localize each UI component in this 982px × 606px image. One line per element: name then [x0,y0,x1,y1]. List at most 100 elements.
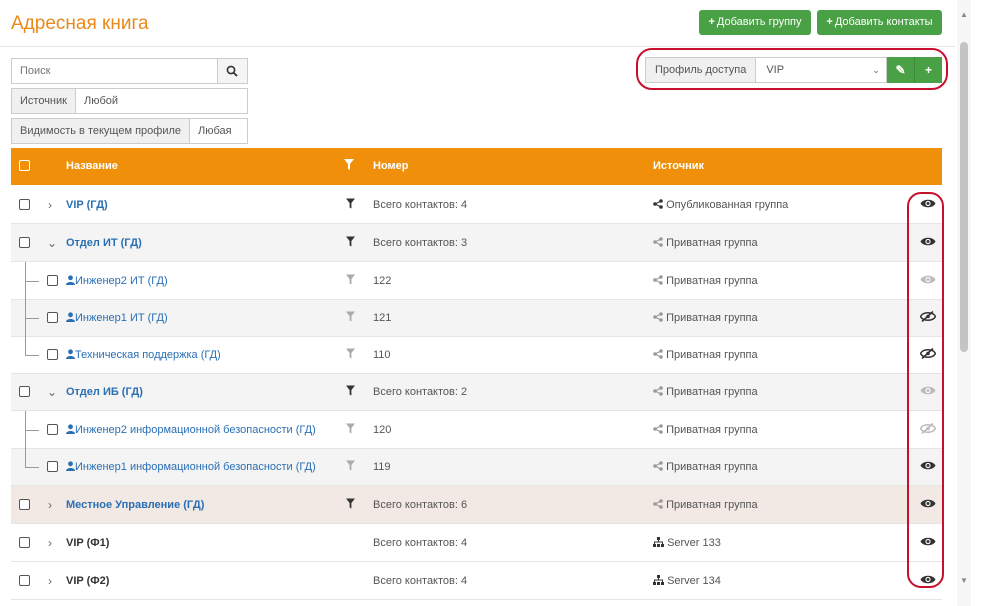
row-name[interactable]: Инженер2 ИТ (ГД) [66,275,168,287]
select-all-checkbox[interactable] [19,160,30,171]
row-checkbox[interactable] [47,349,58,360]
filter-icon[interactable] [346,274,355,287]
row-name[interactable]: Техническая поддержка (ГД) [66,349,221,361]
row-number: 110 [373,349,391,361]
tree-connector [25,262,26,355]
server-tree-icon [653,574,664,585]
filter-icon[interactable] [346,236,355,249]
row-number: Всего контактов: 2 [373,386,468,398]
visibility-filter-value[interactable]: Любая [190,119,240,143]
chevron-right-icon[interactable]: › [48,574,52,588]
row-source: Server 133 [653,536,721,549]
row-source: Server 134 [653,574,721,587]
chevron-right-icon[interactable]: › [48,198,52,212]
row-number: 119 [373,461,391,473]
row-number: Всего контактов: 4 [373,198,468,211]
chevron-right-icon[interactable]: › [48,498,52,512]
row-number: 122 [373,274,392,287]
visibility-filter-label: Видимость в текущем профиле [12,119,191,143]
page-title: Адресная книга [11,13,149,34]
highlight-oval-visibility [907,192,944,588]
search-input[interactable] [12,59,228,83]
row-checkbox[interactable] [19,536,30,548]
highlight-oval-profile [636,48,948,90]
filter-icon[interactable] [346,348,355,362]
row-checkbox[interactable] [47,312,58,323]
table-row[interactable]: Инженер1 информационной безопасности (ГД… [11,449,942,486]
table-row[interactable]: Инженер1 ИТ (ГД) 121 Приватная группа [11,300,942,337]
table-row[interactable]: Техническая поддержка (ГД) 110 Приватная… [11,337,942,374]
filter-icon[interactable] [346,498,355,511]
row-checkbox[interactable] [19,386,30,397]
row-checkbox[interactable] [47,274,58,286]
filter-icon[interactable] [346,423,355,436]
header-bar: Адресная книга + Добавить группу + Добавит… [0,0,955,47]
share-icon [653,423,663,434]
row-name[interactable]: Инженер2 информационной безопасности (ГД… [66,424,316,436]
chevron-right-icon[interactable]: › [48,536,52,550]
row-name[interactable]: VIP (Ф1) [66,537,109,549]
row-name[interactable]: Инженер1 ИТ (ГД) [66,312,168,324]
row-name[interactable]: Отдел ИТ (ГД) [66,237,142,249]
table-row[interactable]: › VIP (ГД) Всего контактов: 4 Опубликова… [11,186,942,224]
share-icon [653,498,663,509]
table-row[interactable]: › VIP (Ф2) Всего контактов: 4 Server 134 [11,562,942,600]
share-icon [653,312,663,322]
source-filter-value[interactable]: Любой [76,89,126,113]
column-number[interactable]: Номер [373,160,409,172]
add-group-button[interactable]: + Добавить группу [699,10,811,35]
row-checkbox[interactable] [19,198,30,210]
row-name[interactable]: Инженер1 информационной безопасности (ГД… [66,461,316,473]
row-number: Всего контактов: 6 [373,498,468,511]
source-filter[interactable]: Источник Любой [11,88,248,114]
source-filter-label: Источник [12,89,76,113]
share-icon [653,236,663,247]
chevron-down-icon[interactable]: ⌄ [47,236,57,250]
table-row[interactable]: Инженер2 информационной безопасности (ГД… [11,411,942,449]
row-checkbox[interactable] [19,498,30,510]
scroll-up-icon[interactable]: ▲ [960,10,968,19]
row-checkbox[interactable] [19,236,30,248]
user-icon [66,423,75,434]
tree-connector [25,355,39,356]
table-row[interactable]: ⌄ Отдел ИБ (ГД) Всего контактов: 2 Прива… [11,374,942,411]
row-name[interactable]: VIP (Ф2) [66,575,109,587]
user-icon [66,274,75,285]
column-name[interactable]: Название [66,160,118,172]
row-name[interactable]: Местное Управление (ГД) [66,499,204,511]
filter-icon[interactable] [346,311,355,325]
row-checkbox[interactable] [47,461,58,472]
chevron-down-icon[interactable]: ⌄ [47,385,57,399]
row-name[interactable]: Отдел ИБ (ГД) [66,386,143,398]
row-source: Приватная группа [653,349,758,361]
scroll-down-icon[interactable]: ▼ [960,576,968,585]
table-row[interactable]: › Местное Управление (ГД) Всего контакто… [11,486,942,524]
search-button[interactable] [217,59,247,83]
row-checkbox[interactable] [47,423,58,435]
scrollbar[interactable]: ▲ ▼ [957,0,971,606]
row-source: Приватная группа [653,312,758,324]
filter-icon[interactable] [346,385,355,399]
tree-connector [25,411,26,467]
row-source: Приватная группа [653,461,758,473]
row-source: Опубликованная группа [653,199,788,211]
scroll-thumb[interactable] [960,42,968,352]
plus-icon: + [826,16,833,28]
table-row[interactable]: ⌄ Отдел ИТ (ГД) Всего контактов: 3 Прива… [11,224,942,262]
row-checkbox[interactable] [19,574,30,586]
tree-connector [25,467,39,468]
table-row[interactable]: › VIP (Ф1) Всего контактов: 4 Server 133 [11,524,942,562]
table-row[interactable]: Инженер2 ИТ (ГД) 122 Приватная группа [11,262,942,300]
tree-connector [25,281,39,282]
visibility-filter[interactable]: Видимость в текущем профиле Любая [11,118,248,144]
row-source: Приватная группа [653,237,758,249]
filter-icon[interactable] [344,159,354,173]
row-source: Приватная группа [653,424,758,436]
filter-icon[interactable] [346,460,355,474]
row-number: 121 [373,312,392,324]
add-contacts-button[interactable]: + Добавить контакты [817,10,942,35]
column-source[interactable]: Источник [653,160,704,172]
share-icon [653,349,663,359]
row-name[interactable]: VIP (ГД) [66,199,108,211]
filter-icon[interactable] [346,198,355,211]
